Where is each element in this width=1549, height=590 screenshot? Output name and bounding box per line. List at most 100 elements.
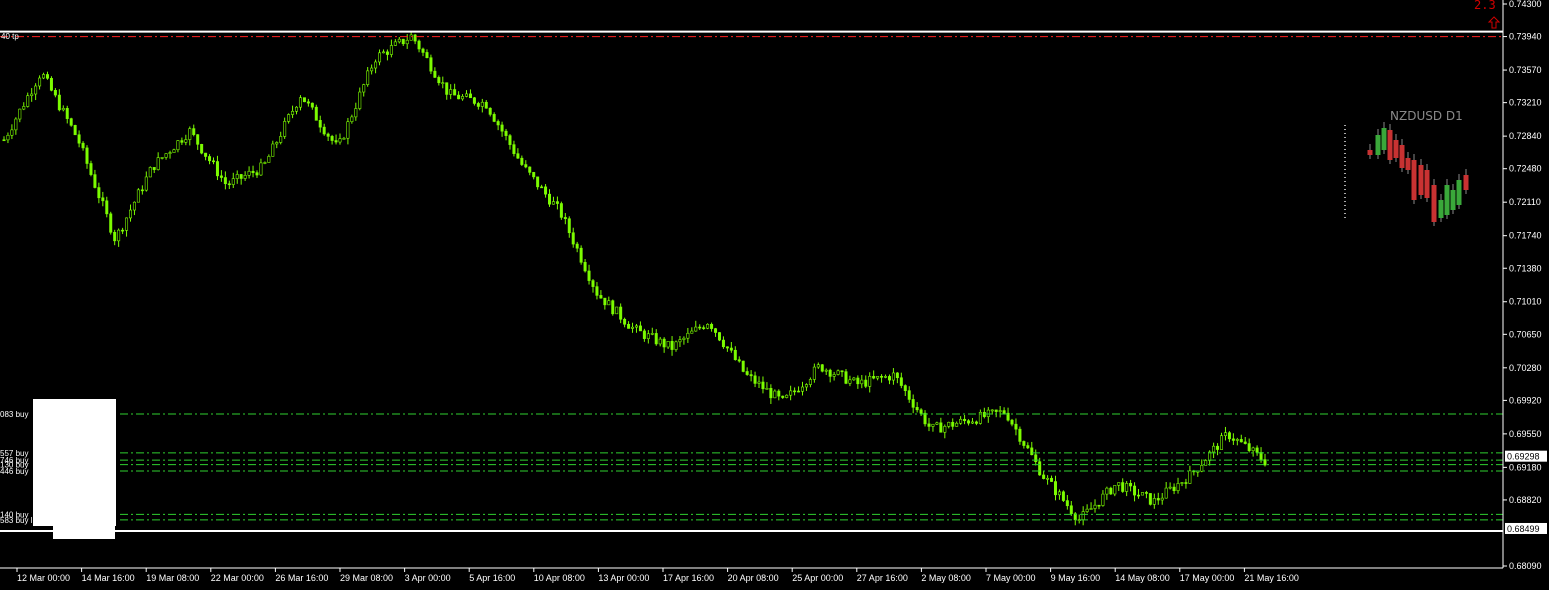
- candle: [77, 130, 81, 148]
- candle: [840, 370, 844, 377]
- candle: [291, 105, 295, 119]
- candle: [445, 82, 449, 100]
- candle: [488, 107, 492, 117]
- candle: [1022, 440, 1026, 449]
- redaction-box-lower: [53, 526, 115, 539]
- candle: [575, 241, 579, 253]
- candle: [425, 49, 429, 59]
- candle: [1200, 459, 1204, 473]
- candle: [504, 128, 508, 141]
- candle: [322, 123, 326, 136]
- candle: [358, 87, 362, 111]
- candle: [611, 299, 615, 316]
- candle: [496, 119, 500, 131]
- candle: [429, 54, 433, 75]
- up-arrow-icon: [1487, 16, 1501, 29]
- candle: [820, 363, 824, 373]
- candle: [1172, 483, 1176, 495]
- candle: [761, 376, 765, 394]
- price-tick-label: 0.72480: [1509, 164, 1542, 174]
- candle: [1133, 482, 1137, 502]
- candle: [231, 172, 235, 189]
- time-tick-label: 27 Apr 16:00: [857, 573, 908, 583]
- candle: [579, 245, 583, 265]
- candle: [461, 94, 465, 101]
- candle: [646, 330, 650, 344]
- candle: [741, 360, 745, 373]
- candle: [283, 117, 287, 139]
- candle: [93, 169, 97, 189]
- candle: [184, 134, 188, 146]
- candle: [453, 83, 457, 96]
- candle: [472, 96, 476, 106]
- candle: [26, 92, 30, 108]
- candle: [227, 180, 231, 190]
- candle: [797, 386, 801, 393]
- mini-candle: [1387, 124, 1393, 164]
- candle: [710, 322, 714, 332]
- candle: [393, 39, 397, 47]
- candle: [1125, 480, 1129, 497]
- candle: [571, 227, 575, 248]
- candle: [785, 394, 789, 399]
- candle: [421, 47, 425, 57]
- candle: [714, 327, 718, 337]
- candle: [378, 49, 382, 66]
- candle: [947, 421, 951, 429]
- mini-candle: [1418, 159, 1424, 199]
- price-tick-label: 0.69920: [1509, 395, 1542, 405]
- candle: [1148, 493, 1152, 506]
- time-axis: 12 Mar 00:00 14 Mar 16:00 19 Mar 08:00 22 M…: [16, 568, 1299, 583]
- candle: [1176, 477, 1180, 494]
- candle: [1006, 407, 1010, 422]
- candle: [694, 320, 698, 332]
- candle: [919, 408, 923, 417]
- candle: [1085, 504, 1089, 514]
- candle: [548, 189, 552, 207]
- candle: [271, 140, 275, 157]
- candle: [342, 136, 346, 140]
- candle: [725, 346, 729, 352]
- candle: [1042, 470, 1046, 480]
- candle: [247, 166, 251, 179]
- candle: [215, 155, 219, 181]
- price-tick-label: 0.68820: [1509, 495, 1542, 505]
- candle: [18, 108, 22, 123]
- candle: [298, 95, 302, 111]
- candle: [872, 370, 876, 380]
- candle: [559, 201, 563, 220]
- candle: [409, 31, 413, 41]
- candle: [931, 423, 935, 432]
- candle: [125, 217, 129, 237]
- candle: [903, 384, 907, 396]
- candle: [670, 336, 674, 356]
- candle: [812, 363, 816, 383]
- candle: [1164, 482, 1168, 499]
- mini-candle: [1431, 179, 1437, 226]
- price-tick-label: 0.72840: [1509, 131, 1542, 141]
- price-tick-label: 0.68090: [1509, 561, 1542, 571]
- redaction-box: [33, 399, 116, 526]
- candle: [61, 105, 65, 112]
- candle: [208, 154, 212, 165]
- candle: [1144, 490, 1148, 499]
- candle: [678, 336, 682, 347]
- time-tick-label: 17 Apr 16:00: [663, 573, 714, 583]
- candle: [856, 375, 860, 389]
- candle: [89, 160, 93, 177]
- candle: [789, 385, 793, 401]
- candle: [350, 114, 354, 124]
- candle: [1263, 453, 1267, 467]
- candle: [532, 171, 536, 180]
- candle: [551, 196, 555, 205]
- time-tick-label: 14 Mar 16:00: [82, 573, 135, 583]
- candle: [287, 113, 291, 124]
- candle: [1239, 434, 1243, 443]
- time-tick-label: 13 Apr 00:00: [598, 573, 649, 583]
- candle: [381, 49, 385, 54]
- candle: [737, 356, 741, 363]
- candle: [650, 327, 654, 336]
- price-chart[interactable]: 0.74300 0.73940 0.73570 0.73210 0.72840 0.724…: [0, 0, 1549, 590]
- candle: [615, 306, 619, 315]
- candle: [899, 372, 903, 389]
